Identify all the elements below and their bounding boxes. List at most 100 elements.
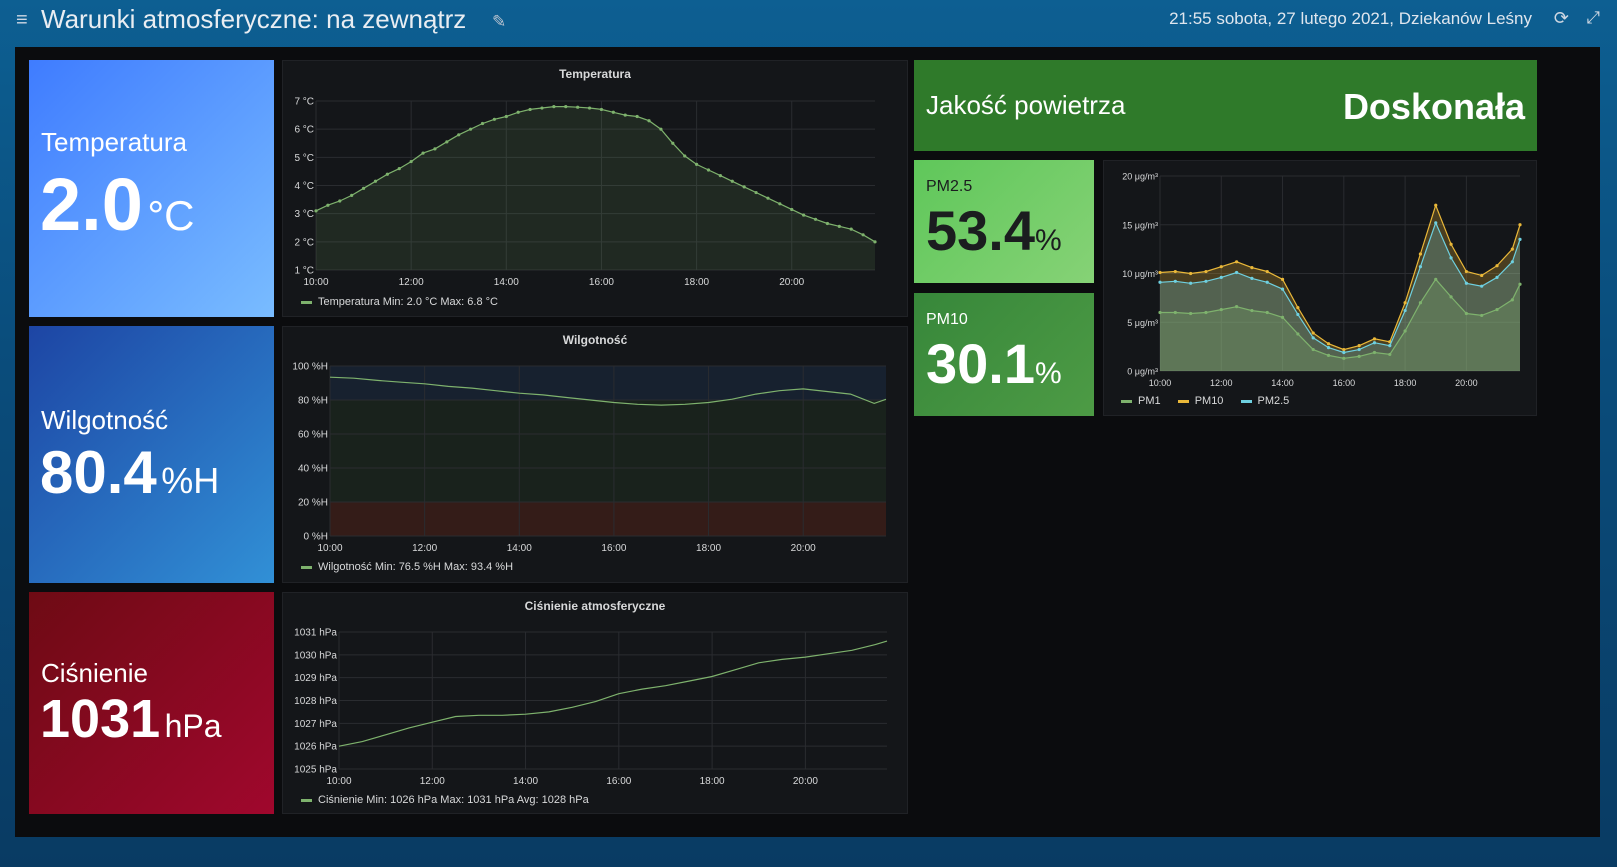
y-tick-label: 1 °C bbox=[294, 266, 314, 277]
data-point bbox=[1357, 344, 1361, 348]
data-point bbox=[1464, 269, 1468, 274]
data-point bbox=[1296, 306, 1300, 310]
data-point bbox=[730, 179, 734, 183]
data-point bbox=[1403, 301, 1407, 305]
data-point bbox=[409, 159, 413, 164]
humidity-legend[interactable]: Wilgotność Min: 76.5 %H Max: 93.4 %H bbox=[301, 561, 513, 573]
data-point bbox=[1388, 352, 1392, 357]
legend-item-pm1[interactable]: PM1 bbox=[1121, 395, 1161, 407]
data-point bbox=[1173, 310, 1177, 315]
data-point bbox=[694, 162, 699, 166]
data-point bbox=[564, 105, 568, 109]
pressure-stat-value: 1031 hPa bbox=[40, 688, 222, 750]
pressure-chart[interactable]: 1025 hPa 1026 hPa 1027 hPa 1028 hPa 1029 hPa… bbox=[283, 593, 909, 793]
data-point bbox=[457, 133, 461, 137]
x-tick-label: 20:00 bbox=[791, 543, 816, 554]
data-point bbox=[1189, 271, 1193, 276]
pressure-value-number: 1031 bbox=[40, 689, 161, 749]
pm25-stat-label: PM2.5 bbox=[926, 178, 973, 195]
y-tick-label: 60 %H bbox=[298, 430, 328, 441]
data-point bbox=[1464, 281, 1468, 285]
air-quality-label: Jakość powietrza bbox=[926, 90, 1126, 120]
data-point bbox=[469, 127, 473, 131]
temperature-legend[interactable]: Temperatura Min: 2.0 °C Max: 6.8 °C bbox=[301, 296, 498, 308]
data-point bbox=[1173, 269, 1177, 274]
pm25-stat-panel[interactable]: PM2.5 53.4% bbox=[914, 160, 1094, 283]
legend-swatch bbox=[1240, 399, 1252, 403]
data-point bbox=[813, 217, 818, 221]
x-tick-label: 20:00 bbox=[1455, 378, 1478, 388]
pressure-stat-panel[interactable]: Ciśnienie 1031 hPa bbox=[29, 592, 274, 814]
y-tick-label: 6 °C bbox=[294, 125, 314, 136]
data-point bbox=[1510, 298, 1514, 302]
expand-fullscreen-icon[interactable]: ⤢ bbox=[1586, 8, 1600, 28]
edit-pencil-icon[interactable]: ✎ bbox=[492, 12, 506, 32]
legend-swatch bbox=[301, 565, 312, 569]
data-point bbox=[1234, 270, 1239, 275]
humidity-legend-text: Wilgotność Min: 76.5 %H Max: 93.4 %H bbox=[318, 561, 514, 573]
data-point bbox=[1434, 203, 1438, 207]
y-tick-label: 4 °C bbox=[294, 181, 314, 192]
data-point bbox=[350, 193, 354, 197]
data-point bbox=[825, 221, 830, 226]
data-point bbox=[1158, 280, 1162, 284]
pm10-stat-panel[interactable]: PM10 30.1% bbox=[914, 293, 1094, 416]
x-tick-label: 16:00 bbox=[1333, 378, 1356, 388]
temperature-stat-panel[interactable]: Temperatura 2.0 °C bbox=[29, 60, 274, 317]
pm10-value-number: 30.1 bbox=[926, 332, 1035, 395]
pressure-legend-text: Ciśnienie Min: 1026 hPa Max: 1031 hPa Av… bbox=[318, 794, 589, 806]
data-point bbox=[1342, 347, 1346, 352]
data-point bbox=[314, 209, 318, 213]
data-point bbox=[1342, 356, 1346, 360]
data-point bbox=[1219, 265, 1223, 269]
data-point bbox=[1418, 301, 1423, 305]
refresh-icon[interactable]: ⟳ bbox=[1554, 8, 1569, 29]
x-tick-label: 18:00 bbox=[696, 543, 721, 554]
pressure-chart-panel[interactable]: Ciśnienie atmosferyczne 1025 hPa 1026 hPa… bbox=[282, 592, 908, 814]
data-point bbox=[1189, 311, 1193, 316]
legend-item-pm10[interactable]: PM10 bbox=[1177, 395, 1223, 407]
data-point bbox=[1265, 269, 1269, 274]
air-quality-panel[interactable]: Jakość powietrza Doskonała bbox=[914, 60, 1537, 151]
data-point bbox=[1158, 270, 1162, 275]
data-point bbox=[326, 203, 330, 207]
temperature-legend-text: Temperatura Min: 2.0 °C Max: 6.8 °C bbox=[318, 296, 498, 308]
data-point bbox=[338, 199, 342, 203]
legend-item-pm25[interactable]: PM2.5 bbox=[1240, 395, 1289, 407]
pressure-stat-label: Ciśnienie bbox=[41, 658, 148, 688]
data-point bbox=[1250, 276, 1254, 280]
pressure-value-unit: hPa bbox=[164, 708, 222, 744]
x-tick-label: 14:00 bbox=[513, 776, 538, 787]
humidity-chart[interactable]: 0 %H 20 %H 40 %H 60 %H 80 %H 100 %H 10:00 12:00… bbox=[283, 327, 909, 557]
data-point bbox=[1311, 347, 1315, 352]
pm-legend[interactable]: PM1 PM10 PM2.5 bbox=[1121, 395, 1289, 407]
data-point bbox=[1372, 341, 1377, 345]
data-point bbox=[480, 121, 485, 126]
temperature-value-unit: °C bbox=[147, 192, 195, 239]
dashboard-title[interactable]: Warunki atmosferyczne: na zewnątrz bbox=[41, 4, 466, 35]
data-point bbox=[754, 190, 758, 195]
x-tick-label: 20:00 bbox=[779, 277, 804, 288]
data-point bbox=[1518, 223, 1522, 227]
data-point bbox=[1234, 305, 1239, 309]
data-point bbox=[1510, 247, 1514, 251]
temperature-chart[interactable]: 1 °C 2 °C 3 °C 4 °C 5 °C 6 °C 7 °C 10:00 12:00 14… bbox=[283, 61, 909, 291]
pressure-legend[interactable]: Ciśnienie Min: 1026 hPa Max: 1031 hPa Av… bbox=[301, 794, 589, 806]
data-point bbox=[647, 119, 651, 123]
humidity-chart-panel[interactable]: Wilgotność 0 %H 20 %H 40 %H 60 %H 80 %H 100 %… bbox=[282, 326, 908, 583]
y-tick-label: 1030 hPa bbox=[294, 650, 337, 661]
pm-chart[interactable]: 0 μg/m³ 5 μg/m³ 10 μg/m³ 15 μg/m³ 20 μg/m³ 10… bbox=[1104, 161, 1538, 393]
data-point bbox=[1173, 279, 1177, 283]
pm10-stat-value: 30.1% bbox=[926, 331, 1062, 396]
data-point bbox=[445, 140, 449, 144]
humidity-stat-panel[interactable]: Wilgotność 80.4 %H bbox=[29, 326, 274, 583]
data-point bbox=[849, 227, 853, 231]
pm-chart-panel[interactable]: 0 μg/m³ 5 μg/m³ 10 μg/m³ 15 μg/m³ 20 μg/m³ 10… bbox=[1103, 160, 1537, 416]
temperature-stat-value: 2.0 °C bbox=[40, 162, 194, 247]
menu-icon[interactable]: ≡ bbox=[16, 9, 28, 32]
data-point bbox=[837, 224, 841, 228]
data-point bbox=[1280, 315, 1285, 319]
temperature-chart-panel[interactable]: Temperatura 1 °C 2 °C 3 °C 4 °C 5 °C 6 °C 7 °C… bbox=[282, 60, 908, 317]
data-point bbox=[1403, 329, 1407, 333]
dashboard-canvas: Temperatura 2.0 °C Wilgotność 80.4 %H Ci… bbox=[15, 47, 1600, 837]
